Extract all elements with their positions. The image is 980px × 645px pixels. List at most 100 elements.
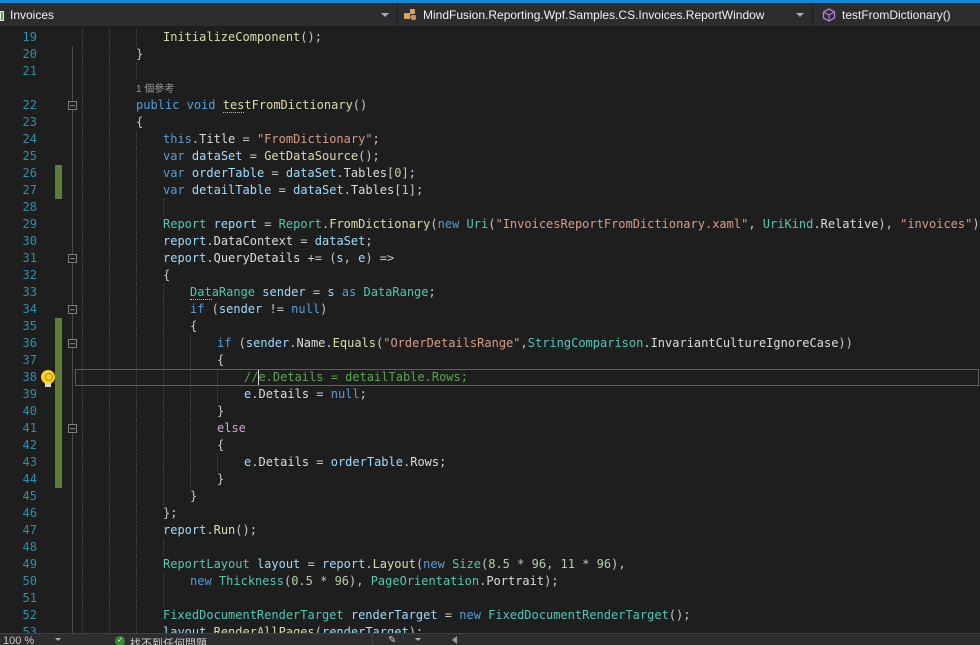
project-dropdown[interactable]: Invoices [10,3,54,26]
fold-collapse-marker[interactable]: – [68,424,77,433]
code-text: e.Details = null; [244,386,367,403]
code-text: var orderTable = dataSet.Tables[0]; [163,165,416,182]
code-text: } [190,488,197,505]
type-dropdown[interactable]: MindFusion.Reporting.Wpf.Samples.CS.Invo… [403,3,764,26]
code-editing-surface[interactable]: 19InitializeComponent();20}211 個參考22–pub… [0,26,980,633]
code-text: report.Run(); [163,522,257,539]
chevron-down-icon[interactable] [55,638,61,641]
fold-collapse-marker[interactable]: – [68,339,77,348]
pencil-icon[interactable]: ✎ [388,635,396,645]
code-line[interactable]: 27var detailTable = dataSet.Tables[1]; [0,182,980,199]
indent-guide [82,148,83,165]
code-line[interactable]: 22–public void testFromDictionary() [0,97,980,114]
line-number: 21 [0,63,37,80]
fold-collapse-marker[interactable]: – [68,305,77,314]
zoom-level-control[interactable]: 100 % [3,635,34,645]
code-line[interactable]: 40} [0,403,980,420]
lightbulb-icon[interactable] [41,370,55,384]
code-line[interactable]: 45} [0,488,980,505]
line-number: 48 [0,539,37,556]
change-tracking-bar [55,403,62,420]
code-line[interactable]: 41–else [0,420,980,437]
code-line[interactable]: 21 [0,63,980,80]
change-tracking-bar [55,386,62,403]
indent-guide [109,267,110,284]
code-line[interactable]: 42{ [0,437,980,454]
code-line[interactable]: 49ReportLayout layout = report.Layout(ne… [0,556,980,573]
indent-guide [109,114,110,131]
project-icon [0,11,4,21]
line-number: 49 [0,556,37,573]
indent-guide [136,420,137,437]
indent-guide [163,301,164,318]
code-line[interactable]: 37{ [0,352,980,369]
code-line[interactable]: 39e.Details = null; [0,386,980,403]
indent-guide [163,454,164,471]
code-line[interactable]: 28 [0,199,980,216]
code-line[interactable]: 44} [0,471,980,488]
line-number: 32 [0,267,37,284]
indent-guide [82,471,83,488]
line-number: 26 [0,165,37,182]
indent-guide [163,386,164,403]
indent-guide [163,471,164,488]
indent-guide [82,403,83,420]
member-dropdown[interactable]: testFromDictionary() [822,3,951,26]
indent-guide [82,352,83,369]
line-number: 36 [0,335,37,352]
indent-guide [136,165,137,182]
code-line[interactable]: 30report.DataContext = dataSet; [0,233,980,250]
code-line[interactable]: 36–if (sender.Name.Equals("OrderDetailsR… [0,335,980,352]
code-line[interactable]: 26 var orderTable = dataSet.Tables[0]; [0,165,980,182]
code-line[interactable]: 52FixedDocumentRenderTarget renderTarget… [0,607,980,624]
indent-guide [109,471,110,488]
code-line[interactable]: 19InitializeComponent(); [0,29,980,46]
line-number: 25 [0,148,37,165]
code-line[interactable]: 35{ [0,318,980,335]
code-line[interactable]: 31–report.QueryDetails += (s, e) => [0,250,980,267]
indent-guide [136,182,137,199]
indent-guide [109,352,110,369]
code-line[interactable]: 51 [0,590,980,607]
indent-guide [136,267,137,284]
code-line[interactable]: 48 [0,539,980,556]
code-line[interactable]: 46}; [0,505,980,522]
text-caret [258,370,259,385]
code-line[interactable]: 34–if (sender != null) [0,301,980,318]
code-line[interactable]: 23{ [0,114,980,131]
code-line[interactable]: 50new Thickness(0.5 * 96), PageOrientati… [0,573,980,590]
indent-guide [82,454,83,471]
line-number: 52 [0,607,37,624]
code-line[interactable]: 43e.Details = orderTable.Rows; [0,454,980,471]
change-tracking-bar [55,437,62,454]
chevron-down-icon[interactable] [415,638,421,641]
code-text: report.DataContext = dataSet; [163,233,373,250]
chevron-down-icon[interactable] [381,13,389,17]
code-line[interactable]: 53layout.RenderAllPages(renderTarget); [0,624,980,633]
codelens-row[interactable]: 1 個參考 [0,80,980,97]
chevron-down-icon[interactable] [796,13,804,17]
fold-collapse-marker[interactable]: – [68,101,77,110]
code-line[interactable]: 29Report report = Report.FromDictionary(… [0,216,980,233]
indent-guide [82,590,83,607]
indent-guide [136,573,137,590]
code-line[interactable]: 38//e.Details = detailTable.Rows; [0,369,980,386]
line-number: 41 [0,420,37,437]
change-tracking-bar [55,454,62,471]
fold-collapse-marker[interactable]: – [68,254,77,263]
document-health-indicator[interactable]: 找不到任何問題 [130,635,207,645]
code-line[interactable]: 20} [0,46,980,63]
indent-guide [82,63,83,80]
line-number: 33 [0,284,37,301]
code-line[interactable]: 24this.Title = "FromDictionary"; [0,131,980,148]
change-tracking-bar [55,335,62,352]
code-line[interactable]: 25var dataSet = GetDataSource(); [0,148,980,165]
code-line[interactable]: 32{ [0,267,980,284]
indent-guide [136,199,137,216]
code-line[interactable]: 47report.Run(); [0,522,980,539]
scroll-left-arrow-icon[interactable] [452,636,457,644]
code-line[interactable]: 33DataRange sender = s as DataRange; [0,284,980,301]
indent-guide [82,607,83,624]
indent-guide [136,522,137,539]
indent-guide [163,590,164,607]
